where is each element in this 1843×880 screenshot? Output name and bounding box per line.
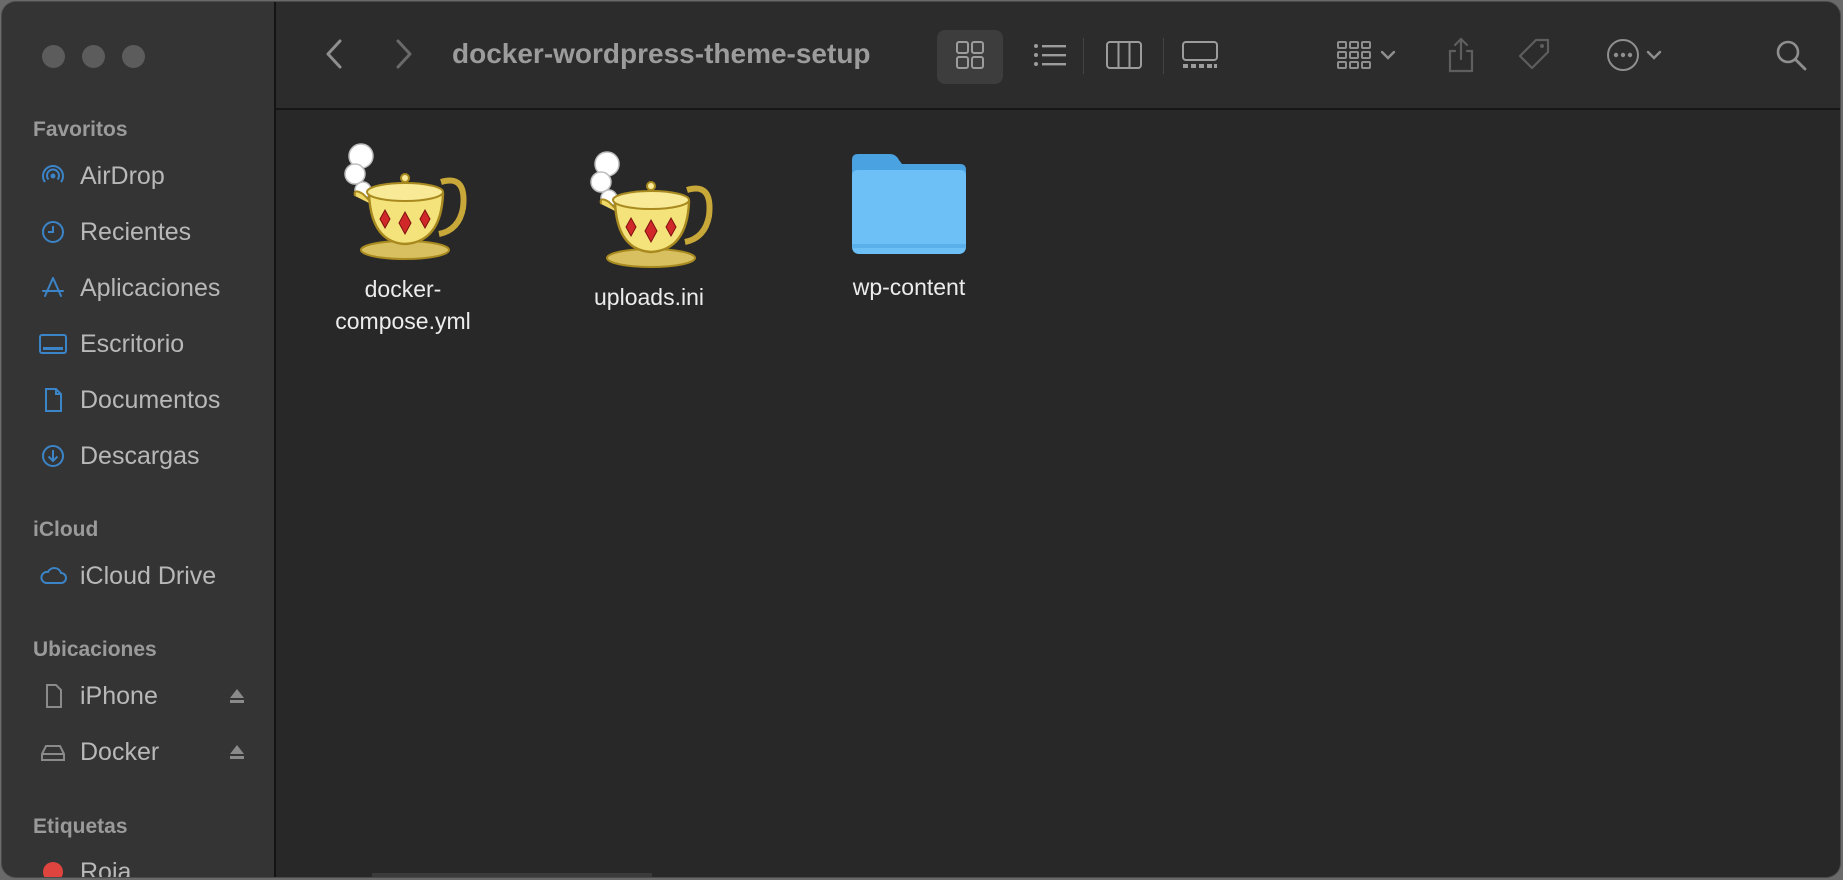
- file-item-uploads-ini[interactable]: uploads.ini: [554, 146, 744, 313]
- sidebar-item-label: AirDrop: [80, 161, 165, 190]
- sidebar-item-label: Documentos: [80, 385, 221, 414]
- zoom-window-button[interactable]: [122, 45, 145, 68]
- column-view-button[interactable]: [1096, 30, 1152, 84]
- window-controls: [42, 45, 145, 68]
- minimize-window-button[interactable]: [82, 45, 105, 68]
- back-button[interactable]: [316, 36, 352, 76]
- tag-dot-icon: [38, 857, 68, 877]
- chevron-left-icon: [324, 38, 344, 75]
- search-button[interactable]: [1766, 30, 1816, 84]
- sidebar-section-favorites: Favoritos: [33, 118, 128, 141]
- close-window-button[interactable]: [42, 45, 65, 68]
- folder-icon: [846, 150, 972, 265]
- toolbar-divider: [1163, 38, 1164, 74]
- sidebar-item-label: Roja: [80, 857, 132, 878]
- chevron-down-icon: [1380, 48, 1396, 66]
- share-button[interactable]: [1436, 30, 1486, 84]
- sidebar-item-label: Escritorio: [80, 329, 185, 358]
- group-grid-icon: [1336, 40, 1374, 75]
- chevron-down-icon: [1646, 48, 1662, 66]
- document-icon: [38, 385, 68, 415]
- chevron-right-icon: [394, 38, 414, 75]
- sidebar-item-label: iCloud Drive: [80, 561, 217, 590]
- sidebar-item-docker[interactable]: Docker: [38, 730, 248, 774]
- tag-icon: [1516, 36, 1554, 79]
- gallery-view-button[interactable]: [1172, 30, 1228, 84]
- toolbar: docker-wordpress-theme-setup: [276, 2, 1840, 110]
- phone-icon: [38, 681, 68, 711]
- download-icon: [38, 441, 68, 471]
- sidebar-item-icloud-drive[interactable]: iCloud Drive: [38, 554, 248, 598]
- sidebar-item-aplicaciones[interactable]: Aplicaciones: [38, 266, 248, 310]
- file-item-docker-compose[interactable]: docker-compose.yml: [308, 138, 498, 337]
- file-name: docker-compose.yml: [335, 276, 471, 334]
- sidebar-item-descargas[interactable]: Descargas: [38, 434, 248, 478]
- sidebar-item-documentos[interactable]: Documentos: [38, 378, 248, 422]
- sidebar-item-tag-roja[interactable]: Roja: [38, 850, 248, 877]
- sidebar-item-label: iPhone: [80, 681, 158, 710]
- sidebar-item-label: Recientes: [80, 217, 192, 246]
- file-item-wp-content[interactable]: wp-content: [814, 150, 1004, 303]
- eject-icon[interactable]: [226, 685, 248, 707]
- sidebar-item-iphone[interactable]: iPhone: [38, 674, 248, 718]
- file-browser-content: docker-compose.yml uploads.ini wp-conten…: [276, 110, 1840, 877]
- sidebar-item-airdrop[interactable]: AirDrop: [38, 154, 248, 198]
- sidebar-section-tags: Etiquetas: [33, 815, 128, 838]
- icon-view-button[interactable]: [937, 30, 1003, 84]
- ellipsis-circle-icon: [1606, 38, 1640, 77]
- grid-icon: [954, 39, 986, 76]
- desktop-icon: [38, 329, 68, 359]
- sidebar: Favoritos AirDrop Recientes Aplicaciones…: [2, 2, 276, 877]
- sidebar-item-label: Docker: [80, 737, 160, 766]
- teapot-file-icon: [579, 146, 719, 275]
- file-name: wp-content: [852, 274, 966, 300]
- eject-icon[interactable]: [226, 741, 248, 763]
- search-icon: [1774, 38, 1808, 77]
- sidebar-item-escritorio[interactable]: Escritorio: [38, 322, 248, 366]
- clock-icon: [38, 217, 68, 247]
- forward-button[interactable]: [386, 36, 422, 76]
- list-icon: [1032, 41, 1068, 74]
- drive-icon: [38, 737, 68, 767]
- group-by-button[interactable]: [1326, 30, 1406, 84]
- teapot-file-icon: [333, 138, 473, 267]
- sidebar-item-label: Descargas: [80, 441, 200, 470]
- tags-button[interactable]: [1510, 30, 1560, 84]
- window-title: docker-wordpress-theme-setup: [452, 38, 871, 69]
- list-view-button[interactable]: [1022, 30, 1078, 84]
- more-actions-button[interactable]: [1596, 30, 1672, 84]
- sidebar-section-icloud: iCloud: [33, 518, 99, 541]
- status-strip: [372, 873, 652, 877]
- gallery-icon: [1181, 40, 1219, 75]
- airdrop-icon: [38, 161, 68, 191]
- sidebar-item-label: Aplicaciones: [80, 273, 221, 302]
- file-name: uploads.ini: [594, 284, 704, 310]
- sidebar-item-recientes[interactable]: Recientes: [38, 210, 248, 254]
- sidebar-section-locations: Ubicaciones: [33, 638, 157, 661]
- columns-icon: [1105, 40, 1143, 75]
- finder-window: Favoritos AirDrop Recientes Aplicaciones…: [2, 2, 1840, 877]
- share-icon: [1446, 36, 1476, 79]
- applications-icon: [38, 273, 68, 303]
- toolbar-divider: [1083, 38, 1084, 74]
- cloud-icon: [38, 561, 68, 591]
